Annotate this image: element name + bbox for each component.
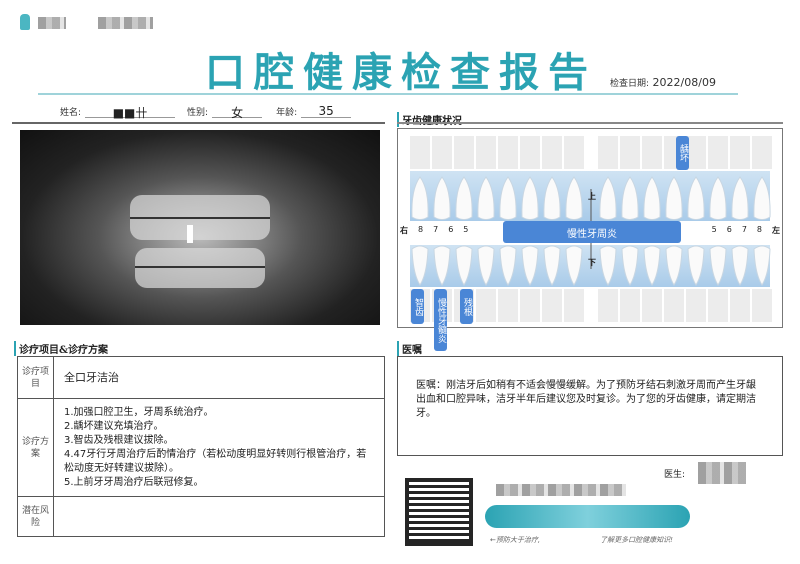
hospital-name-blurred [496, 484, 626, 496]
section-treatment: 诊疗项目&诊疗方案 [14, 341, 108, 356]
upper-label: 上 [588, 192, 596, 201]
title-divider [38, 93, 738, 95]
tag-wisdom-tooth: 智齿 [411, 289, 424, 324]
section-dental-status: 牙齿健康状况 [397, 112, 462, 127]
panoramic-xray-image [20, 130, 380, 325]
lower-tooth [599, 245, 617, 286]
qr-code[interactable] [405, 478, 473, 546]
tag-chronic-pulpitis: 慢性牙髓炎 [434, 289, 447, 351]
divider [397, 122, 783, 124]
lower-tooth [731, 245, 749, 286]
divider [12, 122, 385, 124]
upper-tooth [565, 176, 583, 220]
treatment-table: 诊疗项目 全口牙洁治 诊疗方案 1.加强口腔卫生，牙周系统治疗。 2.龋坏建议充填治… [17, 356, 385, 537]
lower-tooth [455, 245, 473, 286]
patient-info: 姓名: ■■卄 性别: 女 年龄: 35 [60, 104, 352, 120]
upper-tooth [543, 176, 561, 220]
lower-tooth [565, 245, 583, 286]
lower-tooth [411, 245, 429, 286]
lower-tooth [687, 245, 705, 286]
clinic-name-blurred [38, 17, 66, 29]
patient-gender: 女 [212, 104, 263, 120]
upper-tooth [687, 176, 705, 220]
doctor-label: 医生: [664, 470, 686, 480]
upper-tooth [433, 176, 451, 220]
lower-tooth [521, 245, 539, 286]
lower-tooth [709, 245, 727, 286]
slogan: ←预防大于治疗, 了解更多口腔健康知识! [490, 536, 673, 544]
upper-tooth [753, 176, 771, 220]
patient-name: ■■卄 [85, 104, 176, 120]
upper-tooth [709, 176, 727, 220]
xray-teeth [130, 195, 270, 288]
table-row: 诊疗方案 1.加强口腔卫生，牙周系统治疗。 2.龋坏建议充填治疗。 3.智齿及残根建… [17, 398, 385, 497]
hospital-banner [485, 505, 690, 528]
lower-tooth [433, 245, 451, 286]
upper-tooth [411, 176, 429, 220]
upper-tooth [477, 176, 495, 220]
upper-tooth [499, 176, 517, 220]
patient-age: 35 [301, 104, 352, 118]
upper-tooth [599, 176, 617, 220]
logo-icon [20, 14, 30, 30]
lower-tooth [543, 245, 561, 286]
lower-tooth [643, 245, 661, 286]
tag-caries: 龋坏 [676, 136, 689, 170]
table-row: 潜在风险 [17, 496, 385, 537]
lower-tooth [621, 245, 639, 286]
upper-tooth [665, 176, 683, 220]
clinic-subname-blurred [98, 17, 153, 29]
lower-tooth [753, 245, 771, 286]
doctor-signature-blurred [698, 462, 746, 484]
lower-tooth [665, 245, 683, 286]
section-advice: 医嘱 [397, 341, 422, 356]
report-title: 口腔健康检查报告 [205, 49, 597, 96]
tag-residual-root: 残根 [460, 289, 473, 324]
tag-chronic-periodontitis: 慢性牙周炎 [503, 221, 681, 243]
lower-label: 下 [588, 258, 596, 267]
upper-tooth [621, 176, 639, 220]
upper-tooth [455, 176, 473, 220]
upper-tooth [521, 176, 539, 220]
table-row: 诊疗项目 全口牙洁治 [17, 356, 385, 399]
exam-date: 检查日期: 2022/08/09 [610, 76, 716, 89]
advice-box: 医嘱：刚洁牙后如稍有不适会慢慢缓解。为了预防牙结石刺激牙周而产生牙龈出血和口腔异… [397, 356, 783, 456]
lower-tooth [477, 245, 495, 286]
lower-tooth [499, 245, 517, 286]
dental-chart: 右8765 5678左 上 下 龋坏 慢性牙周炎 智齿 慢性牙髓炎 残根 [397, 128, 783, 351]
upper-tooth [731, 176, 749, 220]
upper-tooth [643, 176, 661, 220]
